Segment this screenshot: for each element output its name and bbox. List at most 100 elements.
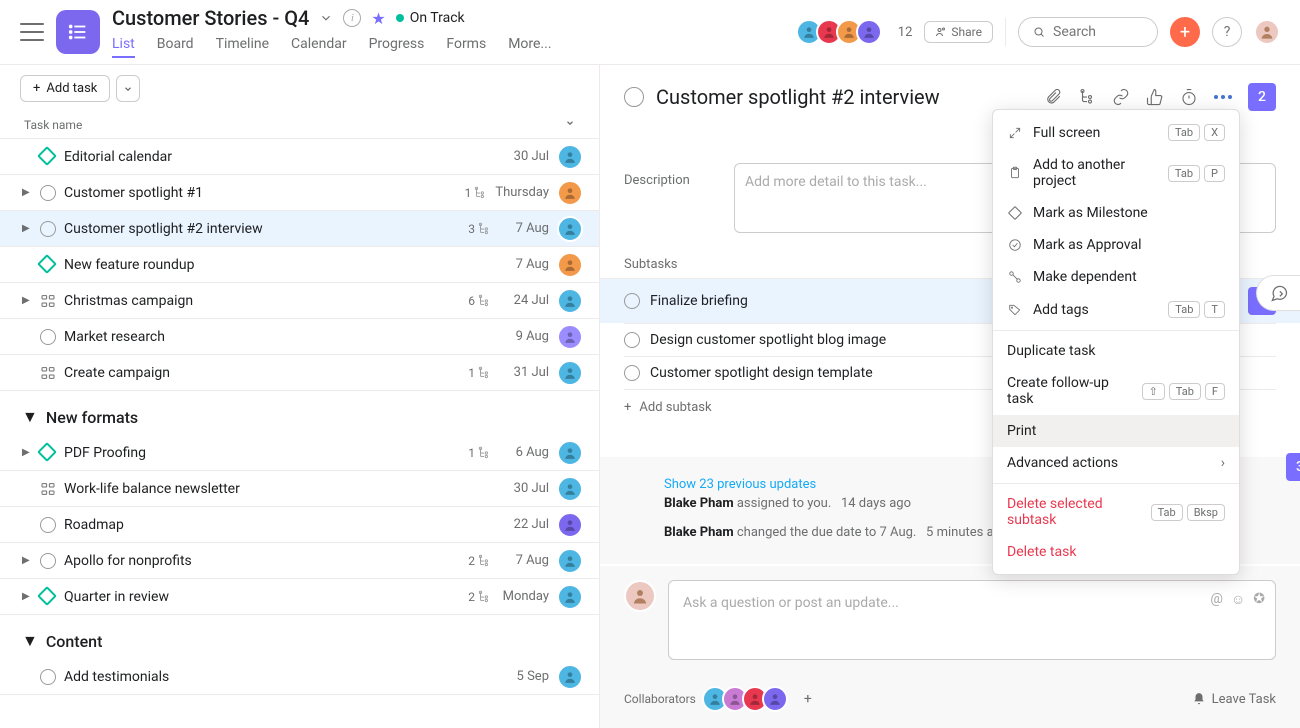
menu-advanced-actions[interactable]: Advanced actions›: [993, 447, 1239, 479]
check-circle-icon[interactable]: [624, 365, 640, 381]
tab-timeline[interactable]: Timeline: [216, 36, 269, 58]
tab-calendar[interactable]: Calendar: [291, 36, 347, 58]
menu-create-follow-up-task[interactable]: Create follow-up task⇧TabF: [993, 367, 1239, 415]
info-icon[interactable]: i: [343, 9, 361, 27]
user-avatar[interactable]: [1254, 19, 1280, 45]
check-circle-icon[interactable]: [40, 329, 56, 345]
assignee-avatar[interactable]: [557, 664, 583, 690]
expand-arrow-icon[interactable]: ▶: [22, 223, 32, 234]
collaborator-avatar[interactable]: [762, 686, 788, 712]
task-row[interactable]: Roadmap22 Jul: [0, 507, 599, 543]
section-header[interactable]: ▼New formats: [0, 391, 599, 435]
task-row[interactable]: ▶Quarter in review2 Monday: [0, 579, 599, 615]
assignee-avatar[interactable]: [557, 324, 583, 350]
expand-arrow-icon[interactable]: ▶: [22, 447, 32, 458]
task-row[interactable]: New feature roundup7 Aug: [0, 247, 599, 283]
task-row[interactable]: ▶Apollo for nonprofits2 7 Aug: [0, 543, 599, 579]
chevron-down-icon[interactable]: [319, 11, 333, 25]
star-icon[interactable]: ★: [371, 9, 385, 28]
comments-drawer-icon[interactable]: [1256, 275, 1300, 311]
menu-delete-task[interactable]: Delete task: [993, 536, 1239, 568]
assignee-avatar[interactable]: [557, 476, 583, 502]
task-row[interactable]: ▶Customer spotlight #2 interview3 7 Aug: [0, 211, 599, 247]
add-task-dropdown[interactable]: [116, 75, 140, 102]
complete-task-checkbox[interactable]: [624, 87, 644, 107]
task-row[interactable]: Create campaign1 31 Jul: [0, 355, 599, 391]
check-circle-icon[interactable]: [40, 553, 56, 569]
link-icon[interactable]: [1112, 88, 1130, 106]
check-circle-icon[interactable]: [40, 185, 56, 201]
expand-arrow-icon[interactable]: ▶: [22, 187, 32, 198]
assignee-avatar[interactable]: [557, 288, 583, 314]
project-title[interactable]: Customer Stories - Q4: [112, 6, 309, 30]
check-circle-icon[interactable]: [40, 669, 56, 685]
assignee-avatar[interactable]: [557, 512, 583, 538]
assignee-avatar[interactable]: [557, 584, 583, 610]
subtask-icon[interactable]: [1078, 88, 1096, 106]
timer-icon[interactable]: [1180, 88, 1198, 106]
assignee-avatar[interactable]: [557, 548, 583, 574]
section-header[interactable]: ▼Content: [0, 615, 599, 659]
menu-mark-as-milestone[interactable]: Mark as Milestone: [993, 197, 1239, 229]
tab-progress[interactable]: Progress: [369, 36, 425, 58]
menu-add-to-another-project[interactable]: Add to another projectTabP: [993, 149, 1239, 197]
search-input[interactable]: [1053, 24, 1143, 40]
collaborator-avatars[interactable]: [708, 686, 788, 712]
task-row[interactable]: Market research9 Aug: [0, 319, 599, 355]
tab-board[interactable]: Board: [157, 36, 194, 58]
expand-arrow-icon[interactable]: ▶: [22, 295, 32, 306]
task-row[interactable]: Editorial calendar30 Jul: [0, 139, 599, 175]
tab-forms[interactable]: Forms: [446, 36, 486, 58]
global-add-button[interactable]: +: [1170, 17, 1200, 47]
menu-print[interactable]: Print: [993, 415, 1239, 447]
mention-icon[interactable]: @: [1210, 591, 1223, 608]
like-icon[interactable]: [1146, 88, 1164, 106]
hamburger-menu[interactable]: [20, 23, 44, 41]
attachment-icon[interactable]: [1044, 88, 1062, 106]
member-avatar[interactable]: [856, 19, 882, 45]
assignee-avatar[interactable]: [557, 360, 583, 386]
assignee-avatar[interactable]: [557, 180, 583, 206]
assignee-avatar[interactable]: [557, 440, 583, 466]
menu-delete-selected-subtask[interactable]: Delete selected subtaskTabBksp: [993, 488, 1239, 536]
check-circle-icon[interactable]: [624, 332, 640, 348]
leave-task-button[interactable]: Leave Task: [1192, 692, 1276, 707]
star-badge-icon[interactable]: ✪: [1253, 591, 1265, 608]
check-circle-icon[interactable]: [40, 517, 56, 533]
emoji-icon[interactable]: ☺: [1231, 591, 1245, 608]
assignee-avatar[interactable]: [557, 252, 583, 278]
milestone-icon: [37, 442, 57, 462]
menu-add-tags[interactable]: Add tagsTabT: [993, 293, 1239, 326]
menu-mark-as-approval[interactable]: Mark as Approval: [993, 229, 1239, 261]
show-previous-updates[interactable]: Show 23 previous updates: [664, 477, 911, 492]
more-actions-icon[interactable]: [1214, 88, 1232, 106]
menu-duplicate-task[interactable]: Duplicate task: [993, 335, 1239, 367]
task-row[interactable]: Work-life balance newsletter30 Jul: [0, 471, 599, 507]
member-avatars[interactable]: [802, 19, 882, 45]
task-title[interactable]: Customer spotlight #2 interview: [656, 85, 1032, 109]
expand-arrow-icon[interactable]: ▶: [22, 591, 32, 602]
status-text[interactable]: On Track: [410, 10, 465, 26]
help-button[interactable]: ?: [1212, 17, 1242, 47]
tab-list[interactable]: List: [112, 36, 135, 58]
task-row[interactable]: ▶Customer spotlight #11 Thursday: [0, 175, 599, 211]
menu-make-dependent[interactable]: Make dependent: [993, 261, 1239, 293]
tab-more[interactable]: More...: [508, 36, 551, 58]
add-collaborator-button[interactable]: +: [804, 691, 812, 707]
chevron-down-icon[interactable]: [565, 118, 575, 132]
comment-input[interactable]: Ask a question or post an update... @ ☺ …: [668, 580, 1276, 660]
check-circle-icon[interactable]: [40, 221, 56, 237]
assignee-avatar[interactable]: [557, 216, 583, 242]
subtask-group-icon: [40, 365, 56, 381]
task-row[interactable]: ▶Christmas campaign6 24 Jul: [0, 283, 599, 319]
task-row[interactable]: ▶PDF Proofing1 6 Aug: [0, 435, 599, 471]
assignee-avatar[interactable]: [557, 144, 583, 170]
search-box[interactable]: [1018, 17, 1158, 47]
expand-arrow-icon[interactable]: ▶: [22, 555, 32, 566]
menu-full-screen[interactable]: Full screenTabX: [993, 116, 1239, 149]
add-task-button[interactable]: + Add task: [20, 75, 110, 102]
subtask-count: 6: [468, 294, 491, 308]
check-circle-icon[interactable]: [624, 293, 640, 309]
share-button[interactable]: Share: [924, 21, 993, 43]
task-row[interactable]: Add testimonials5 Sep: [0, 659, 599, 695]
